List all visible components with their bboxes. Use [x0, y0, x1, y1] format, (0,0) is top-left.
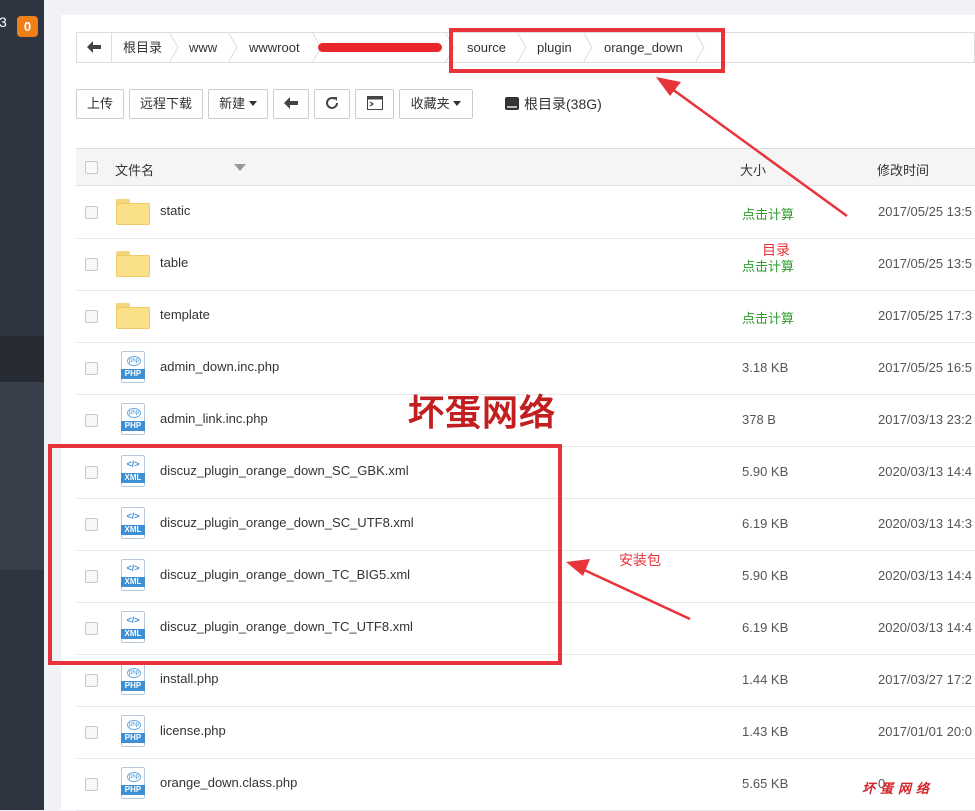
- arrow-to-directory: [667, 84, 848, 218]
- annotation-arrows: [566, 77, 848, 621]
- arrowhead-package-icon: [566, 559, 590, 576]
- arrow-to-package: [579, 566, 691, 621]
